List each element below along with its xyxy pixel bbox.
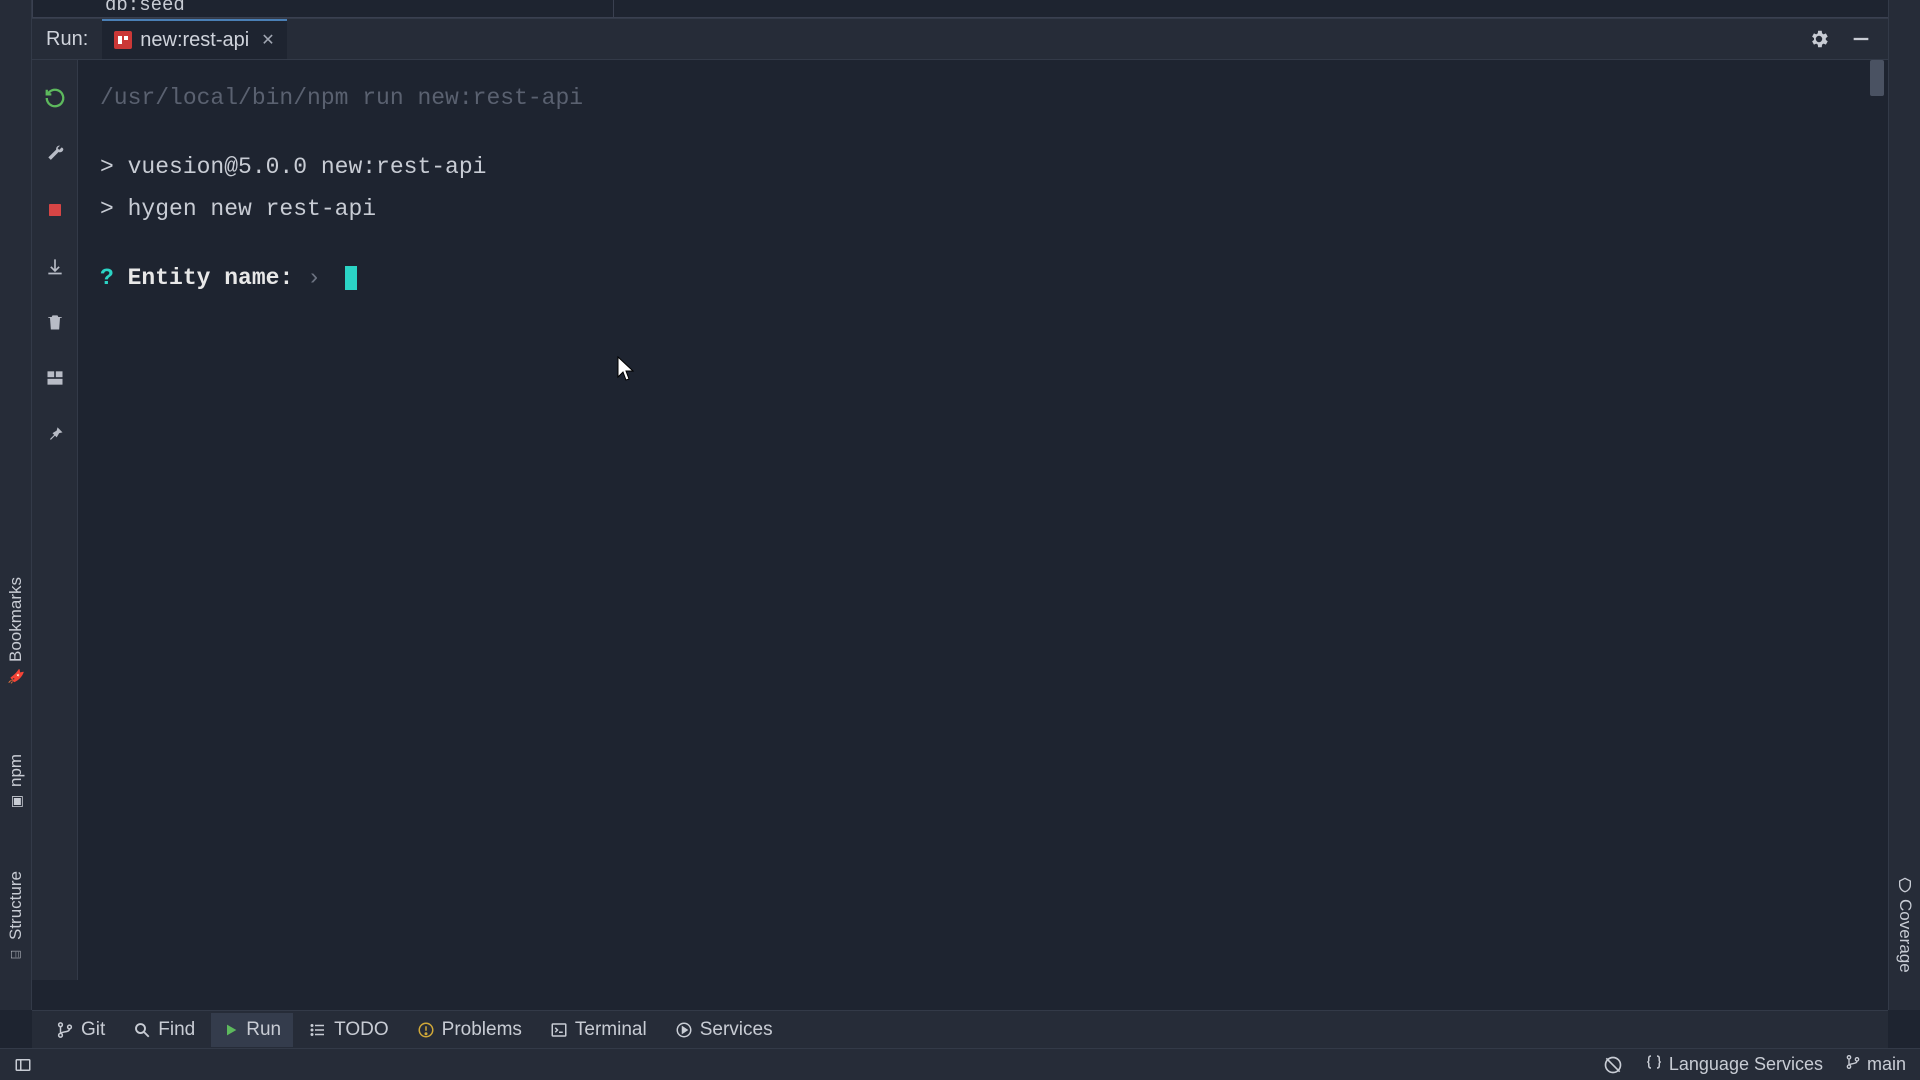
editor-peek-text: db:seed [105,0,185,16]
close-icon[interactable]: ✕ [261,30,274,50]
git-branch-icon [56,1021,74,1039]
list-icon [309,1021,327,1039]
toolwindow-toggle-icon[interactable] [14,1056,32,1074]
run-tab-label: new:rest-api [140,29,249,52]
console-prompt-line[interactable]: ? Entity name: › [100,258,1848,299]
bottombar-problems[interactable]: Problems [405,1013,534,1047]
bottombar-label: Git [81,1019,105,1041]
bottombar-label: TODO [334,1019,389,1041]
bottombar-services[interactable]: Services [663,1013,785,1047]
bookmark-icon: 🔖 [8,667,25,684]
pin-icon[interactable] [43,422,67,446]
services-icon [675,1021,693,1039]
sidebar-label: Bookmarks [6,576,26,661]
braces-icon [1645,1053,1663,1076]
terminal-icon [550,1021,568,1039]
bottombar-git[interactable]: Git [44,1013,117,1047]
sidebar-item-coverage[interactable]: Coverage [1889,855,1920,995]
warning-icon [417,1021,435,1039]
structure-icon: ⌸ [8,950,25,958]
play-icon [223,1022,239,1038]
sidebar-label: Coverage [1895,899,1915,973]
git-branch-icon [1845,1054,1861,1075]
run-tool-column [32,60,78,980]
stop-button[interactable] [43,198,67,222]
search-icon [133,1021,151,1039]
layout-icon[interactable] [43,366,67,390]
bottom-tool-bar: Git Find Run TODO Problems Terminal Se [32,1010,1888,1048]
bottombar-label: Terminal [575,1019,647,1041]
npm-rail-icon: ▣ [7,795,24,808]
bottombar-todo[interactable]: TODO [297,1013,401,1047]
git-branch-widget[interactable]: main [1845,1054,1906,1075]
rerun-button[interactable] [43,86,67,110]
sidebar-item-structure[interactable]: ⌸ Structure [0,848,32,986]
run-header-label: Run: [32,28,102,51]
bottombar-label: Services [700,1019,773,1041]
chevron-right-icon: › [307,265,321,291]
right-tool-rail: Coverage [1888,0,1920,1010]
console-output[interactable]: /usr/local/bin/npm run new:rest-api > vu… [78,60,1870,1010]
bottombar-label: Problems [442,1019,522,1041]
sidebar-item-bookmarks[interactable]: 🔖 Bookmarks [0,558,32,703]
console-line: > vuesion@5.0.0 new:rest-api [100,147,1848,188]
wrench-icon[interactable] [43,142,67,166]
status-bar: Language Services main [0,1048,1920,1080]
shield-icon [1895,877,1915,893]
compass-off-icon[interactable] [1603,1055,1623,1075]
bottombar-terminal[interactable]: Terminal [538,1013,659,1047]
sidebar-item-npm[interactable]: ▣ npm [0,742,32,822]
prompt-label: Entity name: [128,265,294,291]
prompt-question-icon: ? [100,265,114,291]
editor-peek: db:seed [32,0,1902,18]
run-tab[interactable]: new:rest-api ✕ [102,19,286,59]
gear-icon[interactable] [1808,28,1830,50]
bottombar-run[interactable]: Run [211,1013,293,1047]
npm-icon [114,31,132,49]
status-label: Language Services [1669,1054,1823,1075]
text-cursor [345,266,357,290]
branch-name: main [1867,1054,1906,1075]
sidebar-label: npm [6,754,26,787]
console-command-line: /usr/local/bin/npm run new:rest-api [100,78,1848,119]
editor-split-divider[interactable] [613,0,614,18]
trash-icon[interactable] [43,310,67,334]
run-panel-header: Run: new:rest-api ✕ [32,18,1888,60]
console-scrollbar[interactable] [1870,60,1884,96]
bottombar-find[interactable]: Find [121,1013,207,1047]
sidebar-label: Structure [6,871,26,940]
left-tool-rail: 🔖 Bookmarks ▣ npm ⌸ Structure [0,0,32,1010]
minimize-icon[interactable] [1850,28,1872,50]
bottombar-label: Find [158,1019,195,1041]
language-services-widget[interactable]: Language Services [1645,1053,1823,1076]
bottombar-label: Run [246,1019,281,1041]
download-icon[interactable] [43,254,67,278]
console-line: > hygen new rest-api [100,189,1848,230]
